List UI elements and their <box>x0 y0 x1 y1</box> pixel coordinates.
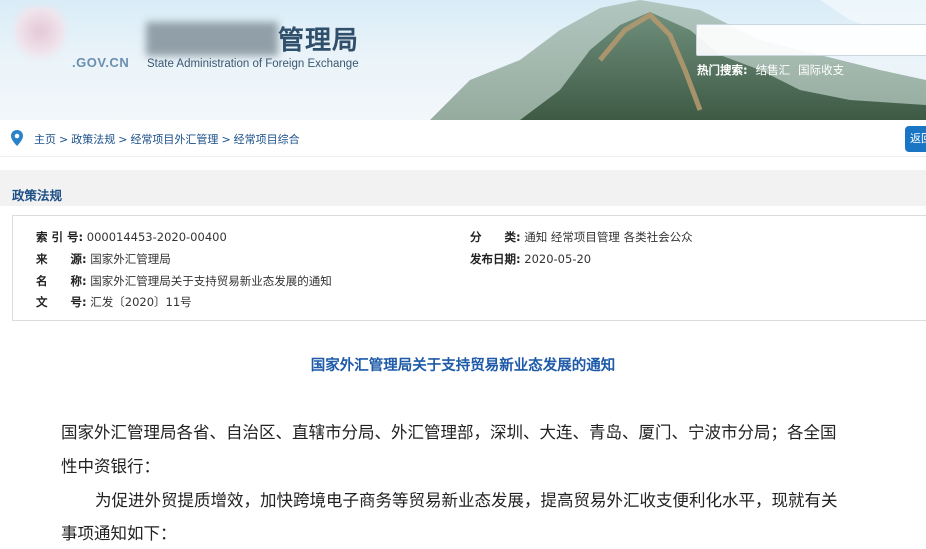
breadcrumb-separator: > <box>221 133 231 146</box>
info-source: 来 源: 国家外汇管理局 <box>36 251 171 267</box>
hot-search: 热门搜索: 结售汇 国际收支 <box>697 62 852 78</box>
site-title: 管理局 <box>278 26 360 56</box>
breadcrumb-separator: > <box>118 133 128 146</box>
info-name: 名 称: 国家外汇管理局关于支持贸易新业态发展的通知 <box>36 273 332 289</box>
hot-search-item[interactable]: 结售汇 <box>756 63 791 77</box>
info-category-label: 分 类: <box>470 230 521 244</box>
article-paragraph-line: 性中资银行： <box>61 457 160 476</box>
great-wall-banner-image <box>430 0 926 120</box>
info-name-label: 名 称: <box>36 274 87 288</box>
blurred-title-area <box>146 22 278 56</box>
info-date: 发布日期: 2020-05-20 <box>470 251 591 267</box>
return-button[interactable]: 返回 <box>905 126 926 152</box>
section-title: 政策法规 <box>12 188 63 203</box>
info-source-value: 国家外汇管理局 <box>90 252 171 266</box>
header-banner: .GOV.CN 管理局 State Administration of Fore… <box>0 0 926 120</box>
hot-search-item[interactable]: 国际收支 <box>798 63 844 77</box>
info-date-label: 发布日期: <box>470 252 521 266</box>
breadcrumb-bar: 主页 > 政策法规 > 经常项目外汇管理 > 经常项目综合 <box>0 120 926 157</box>
search-input[interactable] <box>696 24 926 56</box>
breadcrumb-current-account[interactable]: 经常项目外汇管理 <box>130 133 218 146</box>
hot-search-label: 热门搜索: <box>697 63 748 77</box>
breadcrumb-comprehensive[interactable]: 经常项目综合 <box>234 133 300 146</box>
info-category: 分 类: 通知 经常项目管理 各类社会公众 <box>470 229 693 245</box>
domain-label: .GOV.CN <box>72 55 130 70</box>
breadcrumb: 主页 > 政策法规 > 经常项目外汇管理 > 经常项目综合 <box>34 131 300 147</box>
info-index-label: 索 引 号: <box>36 230 84 244</box>
info-index-value: 000014453-2020-00400 <box>86 230 227 244</box>
article-paragraph-line: 事项通知如下： <box>61 524 177 543</box>
document-info-box: 索 引 号: 000014453-2020-00400 分 类: 通知 经常项目… <box>12 215 926 321</box>
info-source-label: 来 源: <box>36 252 87 266</box>
article-paragraph-line: 国家外汇管理局各省、自治区、直辖市分局、外汇管理部，深圳、大连、青岛、厦门、宁波… <box>61 423 837 442</box>
info-doc-number-label: 文 号: <box>36 295 87 309</box>
info-doc-number-value: 汇发〔2020〕11号 <box>90 295 192 309</box>
section-header-bar <box>0 170 926 206</box>
breadcrumb-separator: > <box>59 133 69 146</box>
info-date-value: 2020-05-20 <box>524 252 592 266</box>
info-category-value: 通知 经常项目管理 各类社会公众 <box>524 230 693 244</box>
info-doc-number: 文 号: 汇发〔2020〕11号 <box>36 294 192 310</box>
site-title-en: State Administration of Foreign Exchange <box>147 58 359 70</box>
location-pin-icon <box>11 130 23 146</box>
info-index: 索 引 号: 000014453-2020-00400 <box>36 229 227 245</box>
breadcrumb-home[interactable]: 主页 <box>34 133 56 146</box>
article-paragraph-line: 为促进外贸提质增效，加快跨境电子商务等贸易新业态发展，提高贸易外汇收支便利化水平… <box>95 491 838 510</box>
breadcrumb-policy[interactable]: 政策法规 <box>71 133 115 146</box>
emblem-logo <box>14 6 66 62</box>
article-title: 国家外汇管理局关于支持贸易新业态发展的通知 <box>310 358 616 374</box>
info-name-value: 国家外汇管理局关于支持贸易新业态发展的通知 <box>90 274 332 288</box>
